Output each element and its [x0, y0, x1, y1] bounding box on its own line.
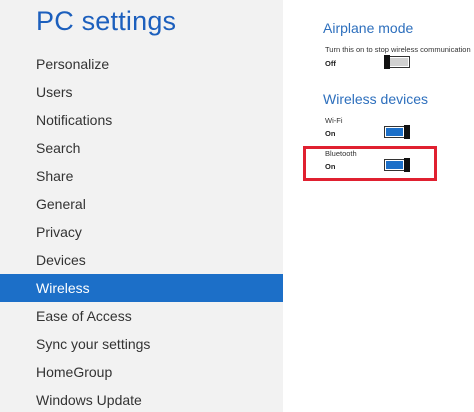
sidebar-item-ease-of-access[interactable]: Ease of Access: [0, 302, 283, 330]
sidebar-item-privacy[interactable]: Privacy: [0, 218, 283, 246]
airplane-mode-toggle-knob: [384, 55, 390, 69]
sidebar-item-sync-settings[interactable]: Sync your settings: [0, 330, 283, 358]
page-title: PC settings: [36, 6, 177, 36]
wifi-label: Wi-Fi: [325, 116, 343, 125]
wifi-toggle-knob: [404, 125, 410, 139]
sidebar-item-search[interactable]: Search: [0, 134, 283, 162]
settings-nav: Personalize Users Notifications Search S…: [0, 50, 283, 412]
sidebar-item-windows-update[interactable]: Windows Update: [0, 386, 283, 412]
airplane-mode-toggle[interactable]: [384, 55, 410, 69]
sidebar-item-notifications[interactable]: Notifications: [0, 106, 283, 134]
wireless-devices-heading: Wireless devices: [323, 91, 429, 107]
sidebar-item-homegroup[interactable]: HomeGroup: [0, 358, 283, 386]
airplane-mode-heading: Airplane mode: [323, 20, 414, 36]
sidebar-item-wireless[interactable]: Wireless: [0, 274, 283, 302]
sidebar-item-users[interactable]: Users: [0, 78, 283, 106]
airplane-mode-state: Off: [325, 59, 336, 68]
sidebar-item-devices[interactable]: Devices: [0, 246, 283, 274]
airplane-mode-toggle-track: [390, 58, 408, 66]
sidebar-item-share[interactable]: Share: [0, 162, 283, 190]
sidebar: PC settings Personalize Users Notificati…: [0, 0, 283, 412]
wifi-toggle-fill: [386, 128, 403, 136]
bluetooth-highlight-box: [303, 146, 437, 181]
sidebar-item-personalize[interactable]: Personalize: [0, 50, 283, 78]
airplane-mode-description: Turn this on to stop wireless communicat…: [325, 45, 471, 54]
sidebar-item-general[interactable]: General: [0, 190, 283, 218]
settings-content: Airplane mode Turn this on to stop wirel…: [283, 0, 474, 412]
wifi-state: On: [325, 129, 336, 138]
wifi-toggle[interactable]: [384, 125, 410, 139]
